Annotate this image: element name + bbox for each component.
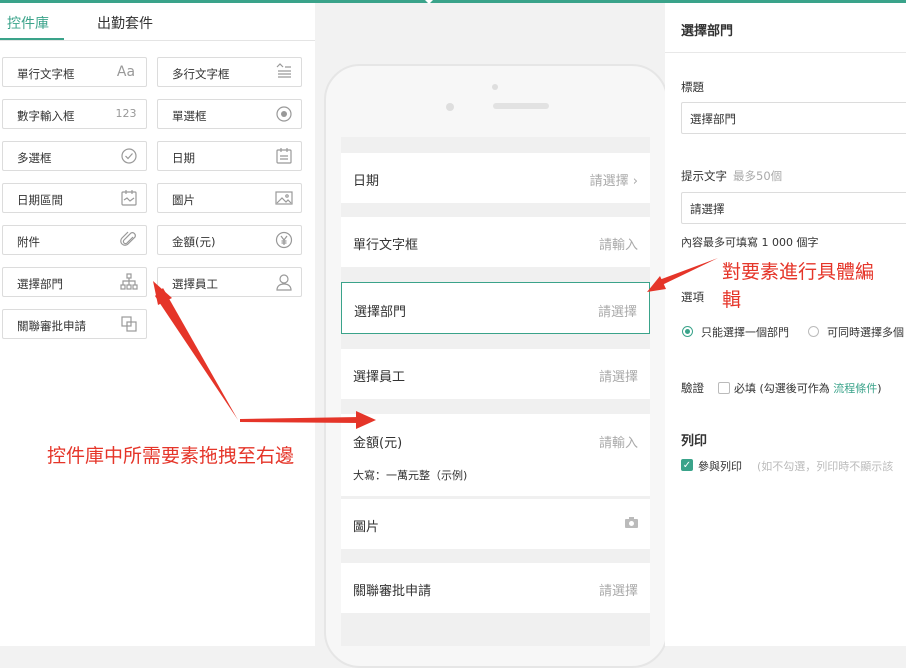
arrow-to-field xyxy=(659,258,718,285)
arrow-to-library xyxy=(155,288,238,420)
arrow-to-form xyxy=(240,417,360,423)
annotation-arrows xyxy=(153,258,718,429)
drag-annotation: 控件庫中所需要素拖拽至右邊 xyxy=(47,445,295,467)
arrow-head-field xyxy=(647,276,666,292)
edit-annotation-line1: 對要素進行具體編 xyxy=(722,261,875,283)
edit-annotation-line2: 輯 xyxy=(722,289,742,311)
arrow-head-form xyxy=(356,411,376,429)
